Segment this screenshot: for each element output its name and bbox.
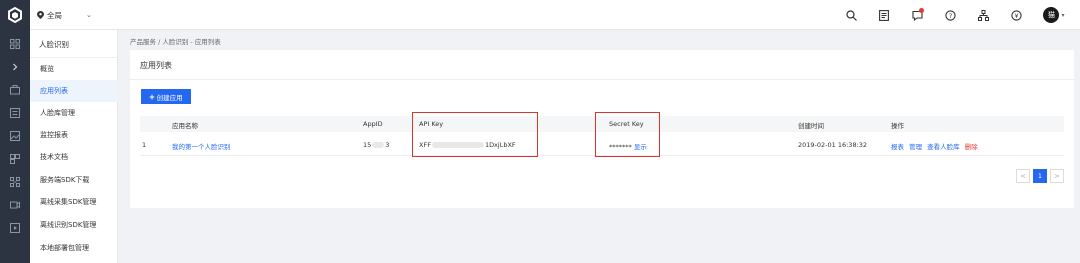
redacted-blur	[372, 142, 385, 148]
region-label: 全局	[47, 10, 62, 20]
video-icon[interactable]	[9, 199, 21, 211]
appid-value: 15 3	[363, 141, 389, 149]
hexagon-logo-icon	[8, 7, 22, 23]
location-pin-icon	[37, 11, 44, 19]
header-created-time: 创建时间	[798, 122, 824, 130]
cloud-logo[interactable]	[0, 0, 30, 30]
create-app-label: 创建应用	[156, 94, 183, 102]
sidebar-item-face-library[interactable]: 人脸库管理	[30, 102, 118, 124]
api-key-highlight-box	[412, 112, 538, 157]
notification-badge	[919, 8, 924, 13]
grid-icon[interactable]	[9, 38, 21, 50]
help-icon[interactable]: ?	[943, 8, 957, 22]
search-icon[interactable]	[844, 8, 858, 22]
briefcase-icon[interactable]	[9, 84, 21, 96]
breadcrumb: 产品服务 / 人脸识别 - 应用列表	[130, 38, 221, 46]
sidebar-item-tech-docs[interactable]: 技术文档	[30, 146, 118, 168]
chevron-down-icon: ⌄	[86, 11, 92, 19]
message-icon[interactable]	[910, 8, 924, 22]
sidebar-item-overview[interactable]: 概览	[30, 58, 118, 80]
organization-icon[interactable]	[976, 8, 990, 22]
avatar: 猫	[1043, 7, 1060, 23]
secret-key-highlight-box	[595, 112, 660, 157]
modules-icon[interactable]	[9, 153, 21, 165]
region-selector[interactable]: 全局 ⌄	[37, 8, 92, 22]
manage-link[interactable]: 管理	[909, 143, 922, 151]
delete-link[interactable]: 删除	[965, 143, 978, 151]
sidebar-item-offline-capture-sdk[interactable]: 离线采集SDK管理	[30, 191, 118, 213]
app-list-panel: 应用列表 + 创建应用 应用名称 AppID API Key Secret Ke…	[130, 50, 1074, 208]
chevron-right-icon[interactable]	[9, 61, 21, 73]
plus-icon: +	[149, 91, 155, 102]
secondary-sidebar: 人脸识别 概览 应用列表 人脸库管理 监控报表 技术文档 服务端SDK下载 离线…	[30, 30, 118, 263]
user-menu[interactable]: 猫 ▾	[1042, 7, 1066, 23]
header-app-name: 应用名称	[172, 122, 198, 130]
pagination: < 1 >	[1013, 169, 1064, 183]
view-face-library-link[interactable]: 查看人脸库	[927, 143, 960, 151]
sidebar-item-server-sdk[interactable]: 服务端SDK下载	[30, 169, 118, 191]
header-actions: 操作	[891, 122, 904, 130]
image-icon[interactable]	[9, 130, 21, 142]
document-icon[interactable]	[877, 8, 891, 22]
create-app-button[interactable]: + 创建应用	[141, 89, 191, 104]
row-actions: 报表 管理 查看人脸库 删除	[891, 141, 978, 151]
report-link[interactable]: 报表	[891, 143, 904, 151]
list-icon[interactable]	[9, 107, 21, 119]
panel-divider	[130, 79, 1074, 80]
sidebar-item-monitor-report[interactable]: 监控报表	[30, 124, 118, 146]
page-1-button[interactable]: 1	[1033, 169, 1047, 183]
product-rail	[0, 30, 30, 263]
top-bar: 全局 ⌄ ? ¥ 猫 ▾	[0, 0, 1080, 30]
appid-suffix: 3	[385, 141, 390, 149]
sidebar-title: 人脸识别	[39, 40, 69, 49]
app-name-link[interactable]: 我的第一个人脸识别	[172, 141, 231, 151]
svg-text:¥: ¥	[1014, 13, 1018, 20]
network-icon[interactable]	[9, 176, 21, 188]
prev-page-button[interactable]: <	[1016, 169, 1030, 183]
sidebar-item-local-deploy[interactable]: 本地部署包管理	[30, 237, 118, 259]
svg-text:?: ?	[948, 12, 951, 20]
billing-yuan-icon[interactable]: ¥	[1009, 8, 1023, 22]
created-time-value: 2019-02-01 16:38:32	[798, 141, 868, 149]
appid-prefix: 15	[363, 141, 372, 149]
page-title: 应用列表	[140, 61, 172, 70]
play-box-icon[interactable]	[9, 222, 21, 234]
sidebar-item-offline-recognition-sdk[interactable]: 离线识别SDK管理	[30, 214, 118, 236]
row-index: 1	[142, 141, 147, 149]
sidebar-item-app-list[interactable]: 应用列表	[30, 80, 118, 102]
next-page-button[interactable]: >	[1050, 169, 1064, 183]
chevron-down-icon: ▾	[1061, 11, 1065, 19]
header-appid: AppID	[363, 120, 383, 128]
